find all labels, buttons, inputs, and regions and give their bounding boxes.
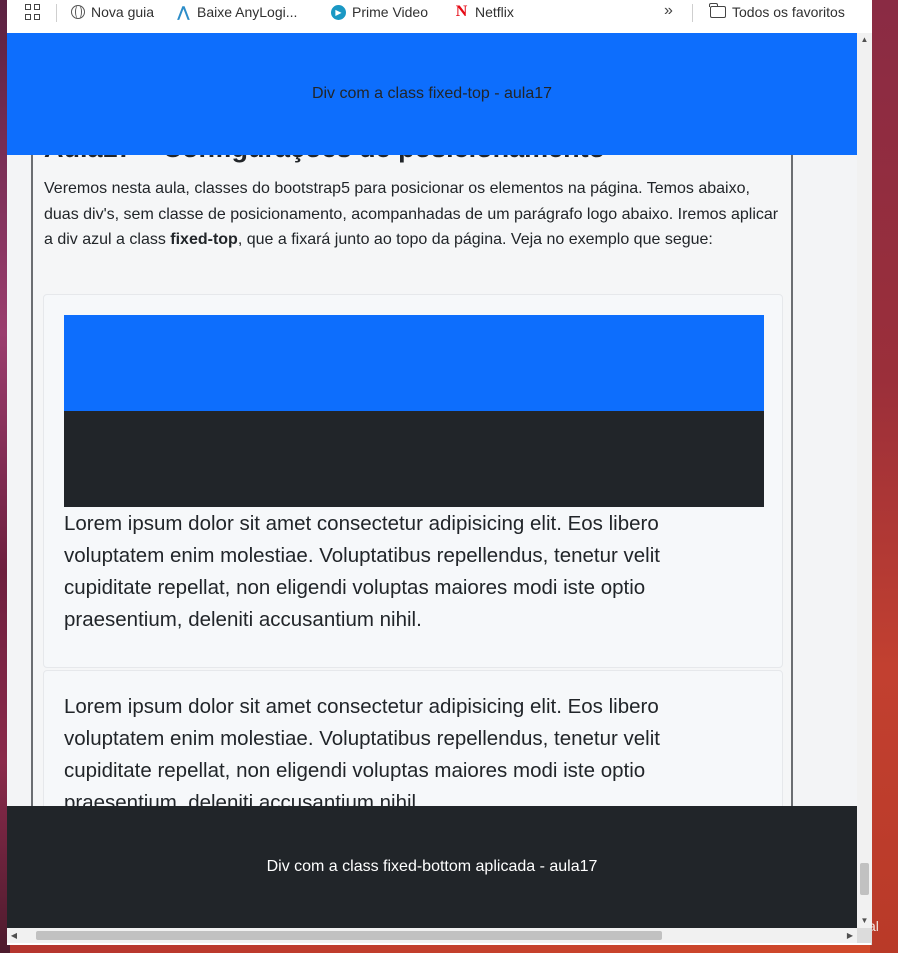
vertical-scroll-thumb[interactable] bbox=[860, 863, 869, 895]
bookmark-baixe-anylogic[interactable]: ⋀ Baixe AnyLogi... bbox=[176, 3, 297, 21]
bookmarks-separator bbox=[692, 4, 693, 22]
globe-icon bbox=[71, 5, 85, 19]
prime-video-icon: ▶ bbox=[331, 4, 346, 20]
dark-div bbox=[64, 411, 764, 507]
bookmark-prime-video[interactable]: ▶ Prime Video bbox=[331, 3, 428, 21]
all-bookmarks-button[interactable]: Todos os favoritos bbox=[709, 3, 845, 21]
bookmarks-bar: Nova guia ⋀ Baixe AnyLogi... ▶ Prime Vid… bbox=[7, 0, 872, 33]
bookmark-label: Baixe AnyLogi... bbox=[197, 4, 298, 20]
bookmark-nova-guia[interactable]: Nova guia bbox=[71, 3, 154, 21]
desktop-wallpaper-right bbox=[870, 0, 898, 953]
intro-paragraph: Veremos nesta aula, classes do bootstrap… bbox=[44, 176, 784, 253]
page-viewport: Aula17 – Configurações de posicionamento… bbox=[7, 33, 857, 928]
scrollbar-corner bbox=[857, 928, 872, 943]
folder-icon bbox=[709, 3, 726, 18]
fixed-top-text: Div com a class fixed-top - aula17 bbox=[311, 85, 553, 102]
fixed-bottom-text: Div com a class fixed-bottom aplicada - … bbox=[266, 858, 598, 875]
more-bookmarks-chevron-icon[interactable]: » bbox=[664, 2, 673, 20]
bookmarks-separator bbox=[56, 4, 57, 22]
fixed-top-bar: Div com a class fixed-top - aula17 bbox=[7, 33, 857, 155]
content-container: Aula17 – Configurações de posicionamento… bbox=[31, 33, 793, 928]
horizontal-scrollbar[interactable]: ◀ ▶ bbox=[7, 928, 857, 943]
lorem-paragraph-1: Lorem ipsum dolor sit amet consectetur a… bbox=[64, 512, 660, 631]
scroll-down-arrow-icon[interactable]: ▼ bbox=[857, 914, 872, 928]
scroll-left-arrow-icon[interactable]: ◀ bbox=[7, 928, 21, 943]
vertical-scrollbar[interactable]: ▲ ▼ bbox=[857, 33, 872, 928]
all-bookmarks-label: Todos os favoritos bbox=[732, 4, 845, 20]
apps-grid-icon[interactable] bbox=[25, 4, 41, 20]
scroll-up-arrow-icon[interactable]: ▲ bbox=[857, 33, 872, 47]
blue-div bbox=[64, 315, 764, 411]
bookmark-label: Nova guia bbox=[91, 4, 155, 20]
anylogic-icon: ⋀ bbox=[177, 4, 190, 21]
bookmark-label: Prime Video bbox=[352, 4, 429, 20]
intro-class-name: fixed-top bbox=[170, 231, 238, 248]
intro-text-part2: , que a fixará junto ao topo da página. … bbox=[237, 231, 713, 248]
bookmark-netflix[interactable]: N Netflix bbox=[454, 3, 514, 21]
bookmark-label: Netflix bbox=[475, 4, 514, 20]
netflix-icon: N bbox=[455, 3, 468, 20]
browser-window: Nova guia ⋀ Baixe AnyLogi... ▶ Prime Vid… bbox=[7, 0, 872, 945]
lorem-paragraph-2: Lorem ipsum dolor sit amet consectetur a… bbox=[64, 695, 660, 814]
horizontal-scroll-thumb[interactable] bbox=[36, 931, 662, 940]
example-box-1: Lorem ipsum dolor sit amet consectetur a… bbox=[43, 294, 783, 668]
fixed-bottom-bar: Div com a class fixed-bottom aplicada - … bbox=[7, 806, 857, 928]
scroll-right-arrow-icon[interactable]: ▶ bbox=[843, 928, 857, 943]
